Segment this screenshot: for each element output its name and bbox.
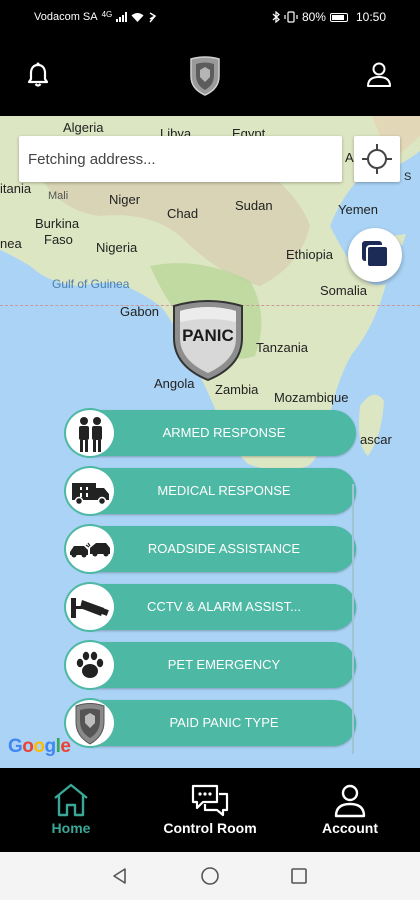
map-label: nea [0, 236, 22, 251]
panic-button[interactable]: PANIC [170, 300, 246, 382]
my-location-button[interactable] [354, 136, 400, 182]
data-saver-icon [149, 11, 157, 22]
bottom-navigation: Home Control Room Account [0, 768, 420, 852]
home-icon [54, 783, 88, 817]
list-scroll-edge [352, 484, 354, 754]
map-label: Zambia [215, 382, 259, 397]
nav-control-room[interactable]: Control Room [155, 782, 265, 844]
map-label: Mozambique [274, 390, 349, 405]
map-layers-button[interactable] [348, 228, 402, 282]
map-label: Tanzania [256, 340, 309, 355]
map-label: Somalia [320, 283, 367, 298]
bell-icon[interactable] [26, 62, 50, 88]
action-label: ARMED RESPONSE [162, 425, 286, 440]
guards-icon [64, 408, 116, 458]
action-label: PET EMERGENCY [167, 657, 281, 672]
map-label: A [345, 150, 354, 165]
battery-icon [329, 12, 348, 22]
map-label: Yemen [338, 202, 378, 217]
action-armed-response[interactable]: ARMED RESPONSE [64, 408, 358, 458]
map-label: Algeria [63, 120, 104, 135]
shield-logo-icon [190, 56, 220, 96]
map-label: Ethiopia [286, 247, 333, 262]
paw-icon [64, 640, 116, 690]
address-search-box[interactable] [19, 136, 342, 182]
battery-percent: 80% [301, 10, 326, 24]
clock: 10:50 [355, 10, 386, 24]
action-pet-emergency[interactable]: PET EMERGENCY [64, 640, 358, 690]
bluetooth-icon [272, 11, 280, 23]
map-label: Niger [109, 192, 141, 207]
vibrate-icon [284, 11, 298, 23]
network-type: 4G [101, 9, 113, 19]
map-label: Faso [44, 232, 73, 247]
action-roadside-assistance[interactable]: ROADSIDE ASSISTANCE [64, 524, 358, 574]
nav-label: Home [51, 820, 91, 836]
top-app-bar [0, 34, 420, 116]
map-label: S [404, 171, 412, 183]
address-search-input[interactable] [19, 136, 342, 182]
carrier-name: Vodacom SA [34, 11, 98, 23]
chat-bubbles-icon [191, 784, 229, 817]
account-icon [334, 784, 366, 818]
layers-icon [362, 241, 389, 268]
map-label: Nigeria [96, 240, 138, 255]
shield-badge-icon [64, 698, 116, 748]
crosshair-icon [362, 144, 392, 174]
action-label: CCTV & ALARM ASSIST... [147, 599, 301, 614]
map-label: Gulf of Guinea [52, 277, 130, 291]
signal-icon [116, 12, 128, 22]
map-label: itania [0, 181, 32, 196]
map-label: ascar [360, 432, 392, 447]
home-circle-icon[interactable] [200, 866, 220, 886]
user-icon[interactable] [366, 61, 392, 87]
action-label: MEDICAL RESPONSE [157, 483, 291, 498]
back-icon[interactable] [110, 866, 130, 886]
action-cctv-alarm-assist[interactable]: CCTV & ALARM ASSIST... [64, 582, 358, 632]
panic-label: PANIC [182, 326, 234, 345]
wifi-icon [131, 13, 144, 22]
map-label: Mali [48, 190, 69, 202]
action-label: PAID PANIC TYPE [169, 715, 279, 730]
nav-label: Account [322, 820, 378, 836]
map-label: Sudan [235, 198, 273, 213]
action-medical-response[interactable]: MEDICAL RESPONSE [64, 466, 358, 516]
action-label: ROADSIDE ASSISTANCE [147, 541, 301, 556]
recents-icon[interactable] [289, 866, 309, 886]
nav-account[interactable]: Account [295, 782, 405, 844]
map-view[interactable]: Algeria Libya Egypt itania Mali Niger Ch… [0, 116, 420, 768]
map-label: Chad [167, 206, 199, 221]
action-paid-panic-type[interactable]: PAID PANIC TYPE [64, 698, 358, 748]
nav-label: Control Room [163, 820, 257, 836]
map-label: Gabon [120, 304, 160, 319]
status-bar: Vodacom SA 4G 80% 10:50 [0, 0, 420, 34]
nav-home[interactable]: Home [16, 782, 126, 844]
system-navigation-bar [0, 852, 420, 900]
cctv-camera-icon [64, 582, 116, 632]
map-label: Burkina [35, 216, 80, 231]
google-attribution: Google [8, 736, 71, 757]
car-crash-icon [64, 524, 116, 574]
ambulance-icon [64, 466, 116, 516]
